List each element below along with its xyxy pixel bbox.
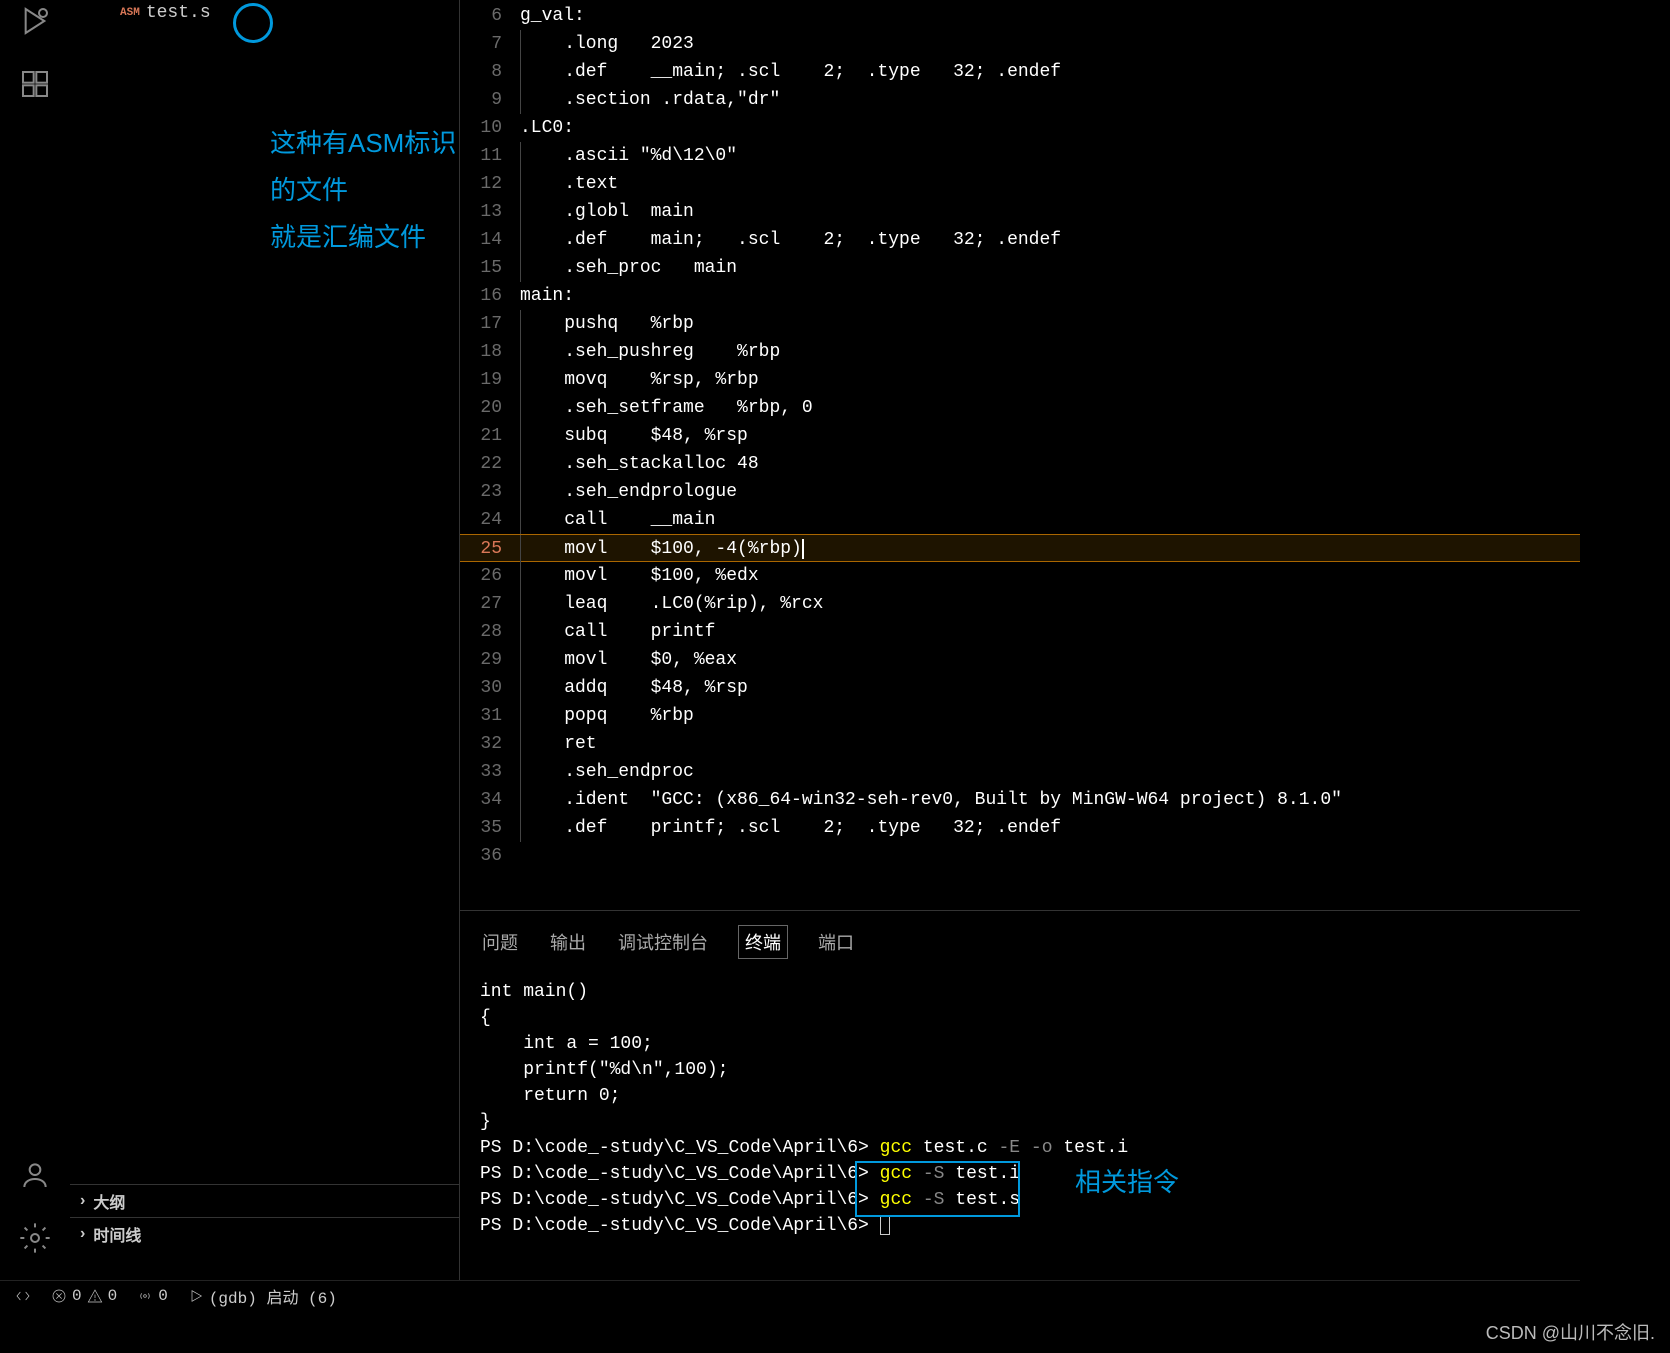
- status-radio[interactable]: 0: [137, 1287, 168, 1305]
- activity-bar: [0, 0, 70, 1280]
- code-line[interactable]: 19 movq %rsp, %rbp: [460, 366, 1580, 394]
- code-line[interactable]: 14 .def main; .scl 2; .type 32; .endef: [460, 226, 1580, 254]
- code-line[interactable]: 20 .seh_setframe %rbp, 0: [460, 394, 1580, 422]
- code-line[interactable]: 30 addq $48, %rsp: [460, 674, 1580, 702]
- code-line[interactable]: 34 .ident "GCC: (x86_64-win32-seh-rev0, …: [460, 786, 1580, 814]
- code-line[interactable]: 29 movl $0, %eax: [460, 646, 1580, 674]
- code-line[interactable]: 32 ret: [460, 730, 1580, 758]
- tab-terminal[interactable]: 终端: [738, 925, 788, 959]
- code-line[interactable]: 26 movl $100, %edx: [460, 562, 1580, 590]
- code-line[interactable]: 23 .seh_endprologue: [460, 478, 1580, 506]
- code-line[interactable]: 18 .seh_pushreg %rbp: [460, 338, 1580, 366]
- code-line[interactable]: 36: [460, 842, 1580, 870]
- code-line[interactable]: 17 pushq %rbp: [460, 310, 1580, 338]
- account-icon[interactable]: [19, 1159, 51, 1197]
- code-line[interactable]: 22 .seh_stackalloc 48: [460, 450, 1580, 478]
- status-launch[interactable]: (gdb) 启动 (6): [188, 1284, 337, 1308]
- code-line[interactable]: 10.LC0:: [460, 114, 1580, 142]
- code-line[interactable]: 15 .seh_proc main: [460, 254, 1580, 282]
- panel-tabs: 问题 输出 调试控制台 终端 端口: [460, 911, 1580, 969]
- file-name: test.s: [146, 3, 211, 23]
- annotation-text-1: 这种有ASM标识的文件 就是汇编文件: [270, 120, 459, 260]
- status-bar: 0 0 0 (gdb) 启动 (6): [0, 1280, 1580, 1310]
- code-area[interactable]: 6g_val:7 .long 20238 .def __main; .scl 2…: [460, 0, 1580, 910]
- code-line[interactable]: 7 .long 2023: [460, 30, 1580, 58]
- code-line[interactable]: 21 subq $48, %rsp: [460, 422, 1580, 450]
- code-line[interactable]: 9 .section .rdata,"dr": [460, 86, 1580, 114]
- editor-area: 6g_val:7 .long 20238 .def __main; .scl 2…: [460, 0, 1580, 1280]
- tab-output[interactable]: 输出: [548, 925, 588, 959]
- outline-header[interactable]: ›大纲: [70, 1184, 459, 1217]
- code-line[interactable]: 6g_val:: [460, 2, 1580, 30]
- terminal-content[interactable]: int main() { int a = 100; printf("%d\n",…: [460, 969, 1580, 1280]
- code-line[interactable]: 24 call __main: [460, 506, 1580, 534]
- code-line[interactable]: 16main:: [460, 282, 1580, 310]
- file-item-test-s[interactable]: ASM test.s: [70, 0, 459, 26]
- code-line[interactable]: 33 .seh_endproc: [460, 758, 1580, 786]
- tab-problems[interactable]: 问题: [480, 925, 520, 959]
- code-line[interactable]: 8 .def __main; .scl 2; .type 32; .endef: [460, 58, 1580, 86]
- status-errors[interactable]: 0 0: [51, 1287, 117, 1305]
- code-line[interactable]: 31 popq %rbp: [460, 702, 1580, 730]
- code-line[interactable]: 28 call printf: [460, 618, 1580, 646]
- remote-icon[interactable]: [15, 1288, 31, 1304]
- tab-ports[interactable]: 端口: [816, 925, 856, 959]
- tab-debug-console[interactable]: 调试控制台: [616, 925, 710, 959]
- code-line[interactable]: 25 movl $100, -4(%rbp): [460, 534, 1580, 562]
- code-line[interactable]: 11 .ascii "%d\12\0": [460, 142, 1580, 170]
- code-line[interactable]: 13 .globl main: [460, 198, 1580, 226]
- code-line[interactable]: 27 leaq .LC0(%rip), %rcx: [460, 590, 1580, 618]
- annotation-commands: 相关指令: [1075, 1169, 1179, 1195]
- timeline-header[interactable]: ›时间线: [70, 1217, 459, 1250]
- run-debug-icon[interactable]: [19, 5, 51, 43]
- explorer-sidebar: ASM test.s 这种有ASM标识的文件 就是汇编文件 ›大纲 ›时间线: [70, 0, 460, 1280]
- extensions-icon[interactable]: [19, 68, 51, 106]
- asm-badge: ASM: [120, 7, 140, 19]
- settings-gear-icon[interactable]: [19, 1222, 51, 1260]
- code-line[interactable]: 12 .text: [460, 170, 1580, 198]
- watermark: CSDN @山川不念旧.: [1486, 1319, 1655, 1345]
- code-line[interactable]: 35 .def printf; .scl 2; .type 32; .endef: [460, 814, 1580, 842]
- bottom-panel: 问题 输出 调试控制台 终端 端口 int main() { int a = 1…: [460, 910, 1580, 1280]
